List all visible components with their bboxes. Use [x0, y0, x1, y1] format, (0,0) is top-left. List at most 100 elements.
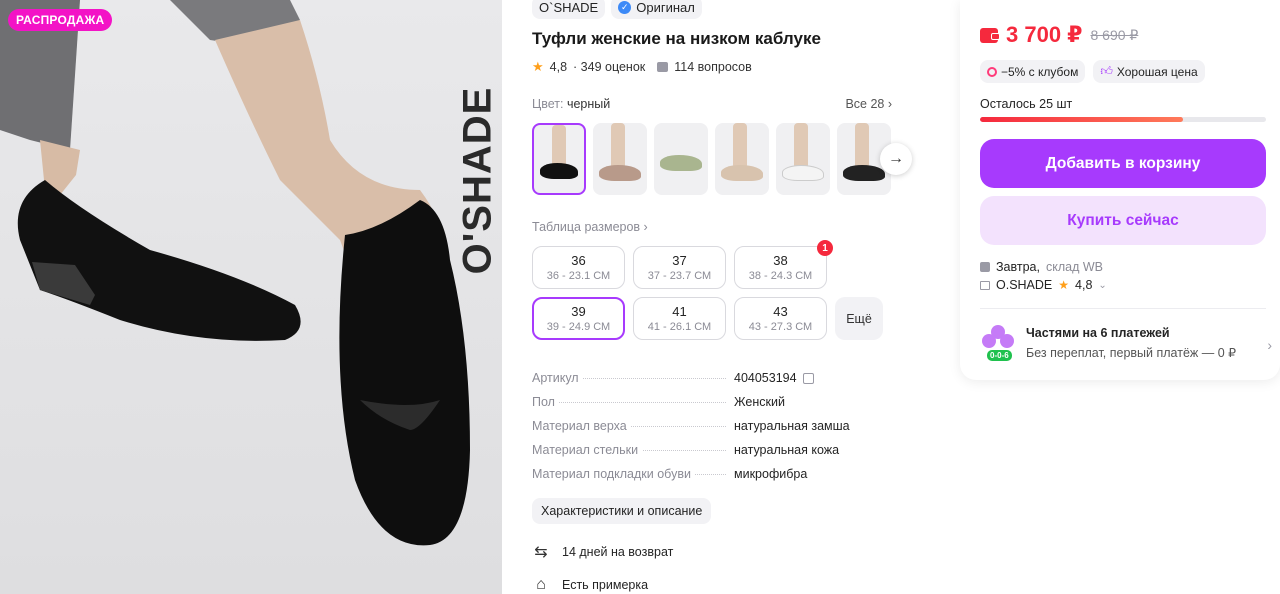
description-button[interactable]: Характеристики и описание	[532, 498, 712, 524]
brand-watermark: O'SHADE	[448, 86, 502, 274]
color-thumbnails: →	[532, 123, 912, 195]
thumb-shoe	[843, 165, 885, 181]
delivery-day: Завтра,	[996, 260, 1040, 274]
size-cm: 41 - 26.1 СМ	[647, 321, 712, 333]
thumb-shoe	[721, 165, 763, 181]
installments-pill: 0-0-6	[986, 349, 1013, 362]
color-thumb-print[interactable]	[654, 123, 708, 195]
divider	[980, 308, 1266, 309]
size-option-41[interactable]: 41 41 - 26.1 СМ	[633, 297, 726, 340]
size-option-37[interactable]: 37 37 - 23.7 СМ	[633, 246, 726, 289]
seller-rating: 4,8	[1075, 278, 1093, 292]
chevron-down-icon[interactable]: ⌄	[1098, 280, 1106, 291]
brand-chip[interactable]: O`SHADE	[532, 0, 606, 19]
size-option-36[interactable]: 36 36 - 23.1 СМ	[532, 246, 625, 289]
old-price: 8 690 ₽	[1090, 26, 1139, 43]
size-number: 39	[571, 304, 586, 319]
thumbs-up-icon: 👍︎	[1100, 64, 1113, 78]
size-table-link[interactable]: Таблица размеров ›	[532, 220, 932, 234]
spec-value: 404053194	[734, 371, 797, 385]
clover-icon: 0-0-6	[980, 325, 1016, 362]
installments-subtitle: Без переплат, первый платёж — 0 ₽	[1026, 346, 1237, 360]
club-tag-label: −5% с клубом	[1001, 64, 1079, 79]
size-cm: 43 - 27.3 СМ	[748, 321, 813, 333]
brand-chips: O`SHADE ✓ Оригинал	[532, 0, 932, 19]
spec-value: натуральная замша	[734, 419, 850, 433]
thumb-leg	[611, 123, 625, 169]
spec-row: Артикул 404053194	[532, 366, 892, 390]
chevron-right-icon: ›	[1267, 337, 1272, 353]
original-chip[interactable]: ✓ Оригинал	[611, 0, 702, 19]
size-cm: 37 - 23.7 СМ	[647, 270, 712, 282]
stock-text: Осталось 25 шт	[980, 97, 1073, 111]
star-icon: ★	[1058, 278, 1070, 292]
more-sizes-button[interactable]: Ещё	[835, 297, 883, 340]
shoe-photo-illustration	[0, 0, 470, 546]
spec-row: Материал подкладки обуви микрофибра	[532, 462, 892, 486]
copy-icon[interactable]	[802, 372, 814, 384]
reviews-count[interactable]: · 349 оценок	[573, 60, 645, 74]
questions-count[interactable]: 114 вопросов	[674, 60, 752, 74]
hanger-icon: ⌂	[536, 576, 546, 593]
thumbs-next-arrow-icon[interactable]: →	[880, 143, 912, 175]
spec-key: Материал подкладки обуви	[532, 467, 734, 481]
brand-chip-label: O`SHADE	[539, 0, 599, 15]
star-icon: ★	[532, 59, 544, 74]
size-number: 41	[672, 304, 687, 319]
size-option-38[interactable]: 38 38 - 24.3 СМ 1	[734, 240, 833, 289]
spec-value: Женский	[734, 395, 785, 409]
size-option-43[interactable]: 43 43 - 27.3 СМ	[734, 297, 827, 340]
fitting-perk: ⌂ Есть примерка	[532, 576, 932, 594]
spec-key: Материал стельки	[532, 443, 734, 457]
return-arrows-icon: ⇆	[534, 544, 548, 561]
product-info: O`SHADE ✓ Оригинал Туфли женские на низк…	[532, 0, 932, 594]
color-thumb-white[interactable]	[776, 123, 830, 195]
current-price: 3 700 ₽	[1006, 22, 1083, 47]
product-main-photo[interactable]: РАСПРОДАЖА O'SHADE	[0, 0, 502, 594]
good-price-label: Хорошая цена	[1116, 64, 1198, 79]
installments-offer[interactable]: 0-0-6 Частями на 6 платежей Без переплат…	[980, 325, 1272, 362]
rating-value: 4,8	[549, 60, 568, 74]
size-count-badge: 1	[817, 240, 833, 256]
spec-key: Артикул	[532, 371, 734, 385]
spec-table: Артикул 404053194 Пол Женский Материал вер…	[532, 366, 892, 486]
size-number: 36	[571, 253, 586, 268]
buy-now-button[interactable]: Купить сейчас	[980, 196, 1266, 245]
return-perk-label: 14 дней на возврат	[562, 545, 674, 559]
brand-watermark-text: O'SHADE	[455, 86, 500, 274]
color-thumb-beige[interactable]	[593, 123, 647, 195]
product-page: РАСПРОДАЖА O'SHADE O`SHADE ✓ Оригинал Ту…	[0, 0, 1280, 594]
thumb-shoe	[782, 165, 824, 181]
shop-icon	[980, 280, 990, 290]
size-number: 43	[773, 304, 788, 319]
thumb-shoe	[540, 163, 578, 179]
thumb-leg	[855, 123, 869, 169]
color-thumb-nude[interactable]	[715, 123, 769, 195]
box-icon	[980, 262, 990, 272]
spec-key: Материал верха	[532, 419, 734, 433]
spec-row: Пол Женский	[532, 390, 892, 414]
delivery-source: склад WB	[1045, 260, 1103, 274]
size-number: 38	[773, 253, 788, 268]
buy-panel: 3 700 ₽ 8 690 ₽ −5% с клубом 👍︎ Хорошая ц…	[960, 0, 1280, 380]
good-price-tag[interactable]: 👍︎ Хорошая цена	[1093, 60, 1205, 83]
size-option-39[interactable]: 39 39 - 24.9 СМ	[532, 297, 625, 340]
rating-row[interactable]: ★ 4,8 · 349 оценок 114 вопросов	[532, 59, 932, 75]
all-colors-link[interactable]: Все 28 ›	[845, 97, 892, 111]
clover-leaf	[1000, 334, 1014, 348]
color-thumb-black[interactable]	[532, 123, 586, 195]
price-row: 3 700 ₽ 8 690 ₽	[980, 22, 1260, 48]
thumb-leg	[733, 123, 747, 169]
add-to-cart-button[interactable]: Добавить в корзину	[980, 139, 1266, 188]
spec-value: натуральная кожа	[734, 443, 840, 457]
price-tags: −5% с клубом 👍︎ Хорошая цена	[980, 60, 1260, 83]
spec-key: Пол	[532, 395, 734, 409]
fitting-perk-label: Есть примерка	[562, 578, 649, 592]
club-discount-tag[interactable]: −5% с клубом	[980, 60, 1086, 83]
size-cm: 36 - 23.1 СМ	[546, 270, 611, 282]
seller-name[interactable]: O.SHADE	[996, 278, 1052, 292]
sale-badge: РАСПРОДАЖА	[8, 9, 113, 31]
return-perk: ⇆ 14 дней на возврат	[532, 542, 932, 562]
product-title: Туфли женские на низком каблуке	[532, 29, 821, 48]
seller-info[interactable]: O.SHADE ★ 4,8 ⌄	[980, 278, 1260, 292]
